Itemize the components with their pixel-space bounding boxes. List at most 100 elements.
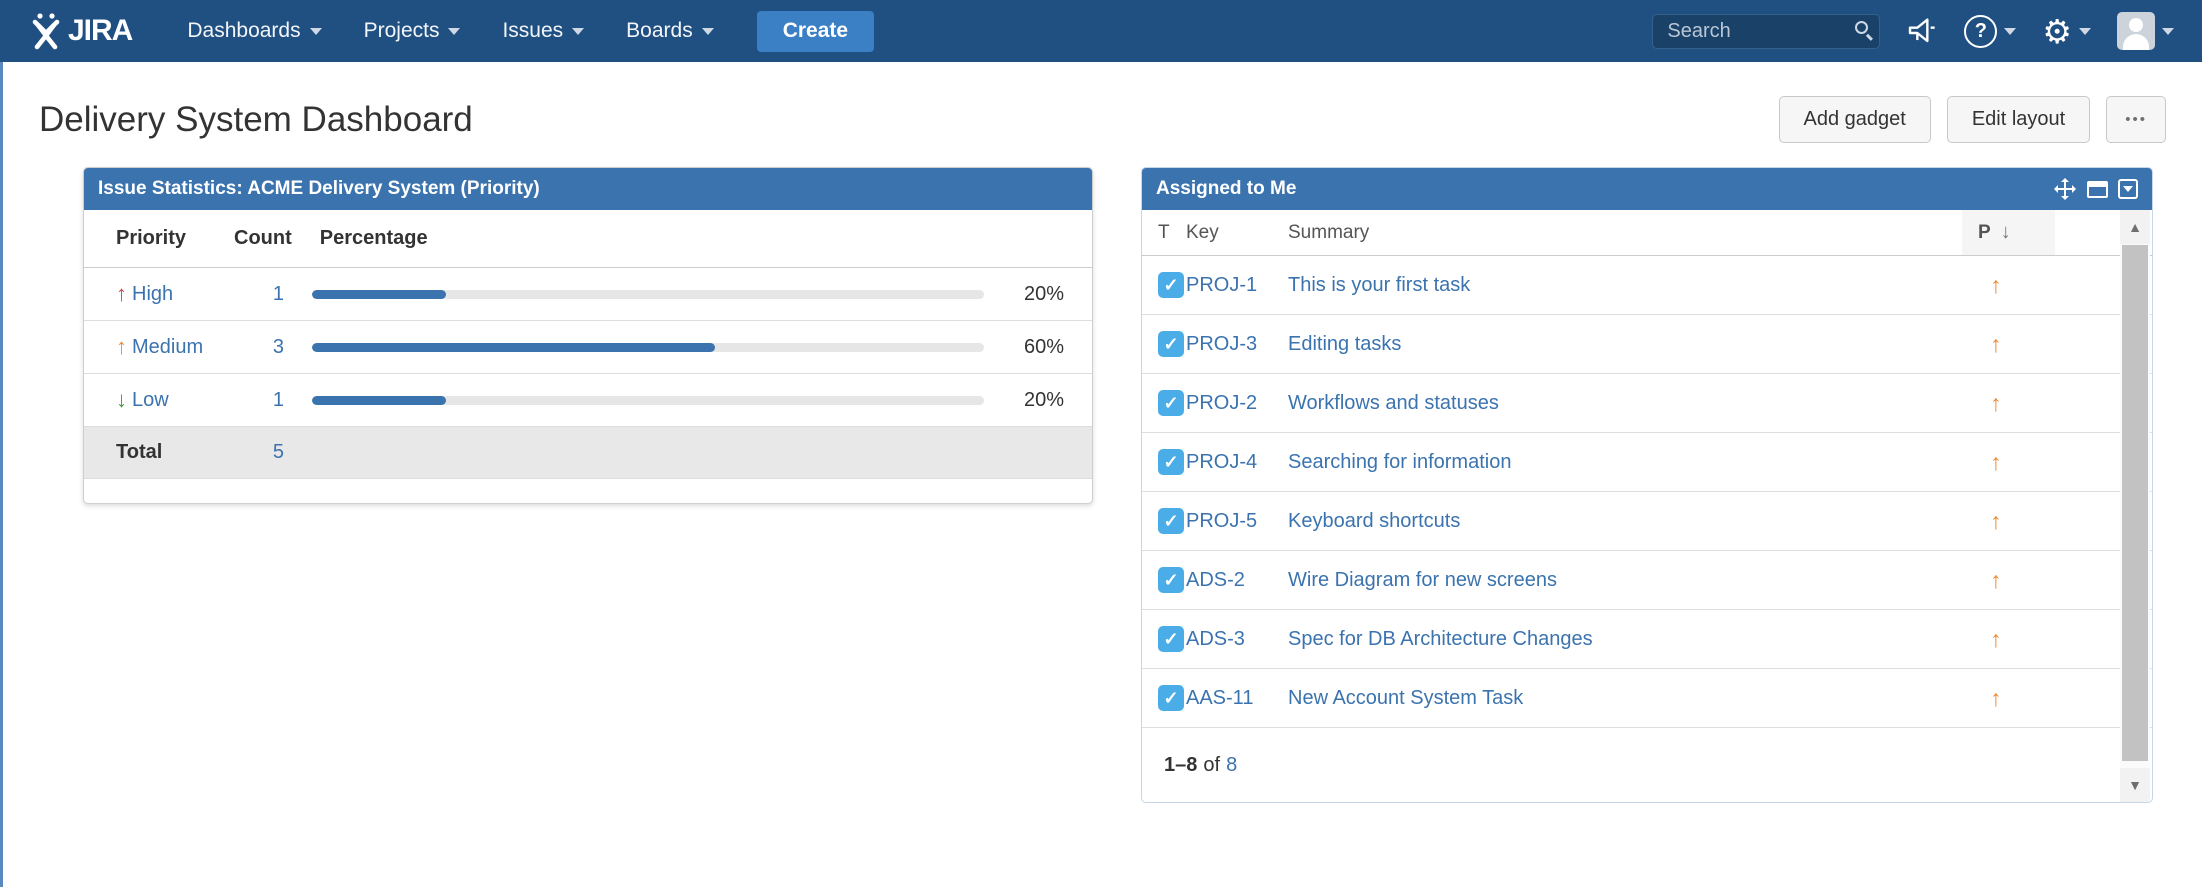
issue-key-link[interactable]: PROJ-1 [1186,274,1257,296]
percentage-bar [284,289,1012,299]
issue-statistics-gadget-header[interactable]: Issue Statistics: ACME Delivery System (… [84,168,1092,210]
issue-row: ✓ PROJ-3 Editing tasks ↑ [1142,315,2152,374]
column-header-priority: Priority [116,227,187,249]
task-type-icon: ✓ [1158,567,1184,593]
chevron-down-icon [701,27,714,35]
nav-item-projects[interactable]: Projects [343,0,482,62]
gadget-menu-icon[interactable] [2118,179,2138,199]
stats-row: ↑ High 1 20% [84,268,1092,321]
chevron-down-icon [448,27,461,35]
issue-row: ✓ ADS-3 Spec for DB Architecture Changes ↑ [1142,610,2152,669]
priority-up-icon: ↑ [1990,566,2002,593]
user-menu[interactable] [2117,12,2174,50]
scrollbar[interactable]: ▲ ▼ [2120,210,2150,802]
issue-summary-link[interactable]: Spec for DB Architecture Changes [1288,628,1593,650]
scroll-down-button[interactable]: ▼ [2120,768,2150,802]
issue-statistics-body: Priority Count Percentage ↑ High 1 20% ↑ Medi… [84,210,1092,503]
count-link[interactable]: 1 [273,389,284,411]
announcements-button[interactable] [1906,15,1938,47]
task-type-icon: ✓ [1158,272,1184,298]
issue-summary-link[interactable]: Keyboard shortcuts [1288,510,1460,532]
priority-link[interactable]: High [132,283,173,306]
priority-up-icon: ↑ [1990,330,2002,357]
edit-layout-button[interactable]: Edit layout [1946,96,2091,143]
issue-summary-link[interactable]: Workflows and statuses [1288,392,1499,414]
issue-key-link[interactable]: PROJ-3 [1186,333,1257,355]
column-header-summary[interactable]: Summary [1288,222,1962,244]
issue-summary-link[interactable]: Searching for information [1288,451,1511,473]
issue-key-link[interactable]: AAS-11 [1186,687,1253,709]
nav-item-dashboards[interactable]: Dashboards [166,0,342,62]
priority-up-icon: ↑ [1990,389,2002,416]
jira-logo-text: JIRA [68,14,133,47]
sort-desc-icon: ↓ [2000,221,2011,243]
issue-statistics-gadget: Issue Statistics: ACME Delivery System (… [83,167,1093,504]
column-header-type[interactable]: T [1142,222,1186,244]
issue-summary-link[interactable]: New Account System Task [1288,687,1523,709]
percentage-bar [284,342,1012,352]
jira-logo[interactable]: JIRA [30,12,133,50]
stats-row: ↓ Low 1 20% [84,374,1092,427]
gadget-title: Issue Statistics: ACME Delivery System (… [98,178,540,199]
more-options-button[interactable]: ••• [2106,96,2166,143]
nav-item-issues[interactable]: Issues [481,0,605,62]
minimize-gadget-icon[interactable] [2087,180,2108,198]
priority-link[interactable]: Medium [132,336,203,359]
settings-menu[interactable]: ⚙ [2042,15,2091,48]
chevron-down-icon [2004,27,2017,35]
pagination-of: of [1203,753,1221,776]
search-input[interactable] [1652,13,1881,49]
assigned-rows: ✓ PROJ-1 This is your first task ↑ ✓ PROJ-3 Ed… [1142,256,2152,728]
column-header-count: Count [234,227,292,249]
priority-link[interactable]: Low [132,389,169,412]
scroll-up-button[interactable]: ▲ [2120,210,2150,244]
add-gadget-button[interactable]: Add gadget [1778,96,1931,143]
sort-by-priority[interactable]: P ↓ [1962,210,2055,255]
issue-summary-link[interactable]: Editing tasks [1288,333,1401,355]
issue-key-link[interactable]: PROJ-5 [1186,510,1257,532]
move-gadget-icon[interactable] [2053,177,2077,201]
percentage-value: 20% [1023,282,1064,305]
issue-summary-link[interactable]: This is your first task [1288,274,1470,296]
task-type-icon: ✓ [1158,449,1184,475]
priority-up-icon: ↑ [1990,684,2002,711]
total-count-link[interactable]: 5 [273,441,284,463]
assigned-to-me-gadget-header[interactable]: Assigned to Me [1142,168,2152,210]
count-link[interactable]: 1 [273,283,284,305]
nav-item-label: Projects [363,19,440,42]
priority-up-icon: ↑ [1990,507,2002,534]
issue-key-link[interactable]: ADS-3 [1186,628,1245,650]
help-icon: ? [1964,14,1998,48]
help-menu[interactable]: ? [1964,14,2017,48]
issue-key-link[interactable]: PROJ-4 [1186,451,1257,473]
nav-item-boards[interactable]: Boards [605,0,735,62]
issue-row: ✓ ADS-2 Wire Diagram for new screens ↑ [1142,551,2152,610]
issue-key-link[interactable]: ADS-2 [1186,569,1245,591]
assigned-to-me-body: T Key Summary P ↓ ✓ PROJ-1 This is your fi… [1142,210,2152,802]
count-link[interactable]: 3 [273,336,284,358]
chevron-down-icon [309,27,322,35]
jira-logo-icon [30,12,62,50]
search-icon[interactable] [1855,20,1869,34]
top-navbar: JIRA Dashboards Projects Issues Boards C… [0,0,2202,62]
issue-row: ✓ PROJ-1 This is your first task ↑ [1142,256,2152,315]
task-type-icon: ✓ [1158,508,1184,534]
stats-rows: ↑ High 1 20% ↑ Medium 3 60% ↓ Low 1 20% [84,268,1092,427]
priority-up-icon: ↑ [1990,448,2002,475]
column-header-key[interactable]: Key [1186,222,1288,244]
create-button[interactable]: Create [756,10,875,52]
task-type-icon: ✓ [1158,685,1184,711]
issue-summary-link[interactable]: Wire Diagram for new screens [1288,569,1557,591]
gear-icon: ⚙ [2042,12,2072,50]
priority-column-label: P [1978,221,1991,243]
pagination-total-link[interactable]: 8 [1226,754,1237,777]
scrollbar-thumb[interactable] [2122,245,2148,761]
priority-up-icon: ↑ [116,281,127,306]
percentage-value: 60% [1023,335,1064,358]
stats-header-row: Priority Count Percentage [84,210,1092,268]
task-type-icon: ✓ [1158,626,1184,652]
megaphone-icon [1906,15,1938,47]
pagination: 1–8 of 8 [1142,728,2152,802]
task-type-icon: ✓ [1158,390,1184,416]
issue-key-link[interactable]: PROJ-2 [1186,392,1257,414]
